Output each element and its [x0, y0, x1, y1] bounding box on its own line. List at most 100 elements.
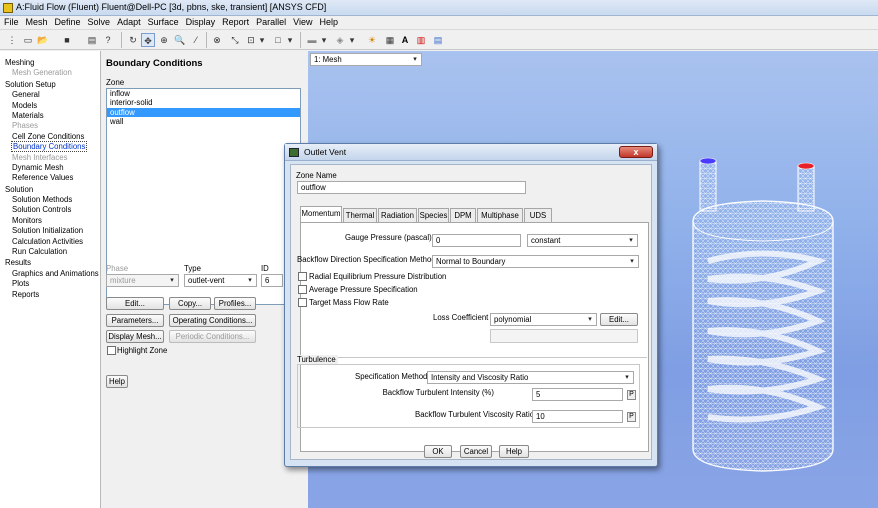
rotate-icon[interactable]: ↻ [126, 33, 140, 47]
backflow-method-select[interactable]: Normal to Boundary ▾ [432, 255, 639, 268]
parameters-button[interactable]: Parameters... [106, 314, 164, 327]
type-select[interactable]: outlet-vent ▾ [184, 274, 257, 287]
spec-method-select[interactable]: Intensity and Viscosity Ratio ▾ [427, 371, 634, 384]
chevron-down-icon[interactable]: ▾ [258, 33, 266, 47]
nav-item-calculation-activities[interactable]: Calculation Activities [0, 237, 100, 247]
view-cube-icon[interactable]: ◈ [333, 33, 347, 47]
menu-view[interactable]: View [289, 16, 315, 29]
zoom-box-icon[interactable]: ⊡ [245, 33, 257, 47]
tab-multiphase[interactable]: Multiphase [477, 208, 523, 222]
open-folder-icon[interactable]: 📂 [36, 33, 50, 47]
colormap-icon[interactable]: ▥ [414, 33, 428, 47]
nav-section-results[interactable]: Results [0, 258, 100, 268]
tab-momentum[interactable]: Momentum [300, 206, 342, 223]
turb-intensity-input[interactable]: 5 [532, 388, 623, 401]
menu-display[interactable]: Display [182, 16, 219, 29]
nav-item-materials[interactable]: Materials [0, 111, 100, 121]
cancel-button[interactable]: Cancel [460, 445, 492, 458]
menu-file[interactable]: File [0, 16, 22, 29]
print-icon[interactable]: ▤ [86, 33, 98, 47]
new-file-icon[interactable]: ▭ [20, 33, 36, 47]
nav-item-models[interactable]: Models [0, 101, 100, 111]
nav-item-general[interactable]: General [0, 90, 100, 100]
copy-button[interactable]: Copy... [169, 297, 211, 310]
zone-item[interactable]: inflow [107, 89, 300, 98]
nav-item-solution-controls[interactable]: Solution Controls [0, 205, 100, 215]
graphics-window-select[interactable]: 1: Mesh ▾ [310, 53, 422, 66]
help-circle-icon[interactable]: ? [101, 33, 115, 47]
gauge-pressure-input[interactable]: 0 [432, 234, 521, 247]
legend-icon[interactable]: ▤ [431, 33, 445, 47]
menu-define[interactable]: Define [51, 16, 84, 29]
help-button[interactable]: Help [106, 375, 128, 388]
translate-icon[interactable]: ✥ [141, 33, 155, 47]
nav-item-plots[interactable]: Plots [0, 279, 100, 289]
dialog-title-bar[interactable]: Outlet Vent [285, 144, 657, 161]
chevron-down-icon[interactable]: ▾ [348, 33, 356, 47]
zoom-in-icon[interactable]: 🔍 [173, 33, 187, 47]
view-box-icon[interactable]: □ [271, 33, 285, 47]
loss-edit-button[interactable]: Edit... [600, 313, 638, 326]
tab-species[interactable]: Species [418, 208, 449, 222]
radial-equilibrium-checkbox[interactable] [298, 272, 307, 281]
nav-item-reports[interactable]: Reports [0, 290, 100, 300]
nav-item-solution-methods[interactable]: Solution Methods [0, 195, 100, 205]
nav-item-reference-values[interactable]: Reference Values [0, 173, 100, 183]
zone-item[interactable]: outflow [107, 107, 300, 118]
turb-intensity-param-button[interactable]: P [627, 390, 636, 400]
periodic-conditions-button: Periodic Conditions... [169, 330, 256, 343]
menu-parallel[interactable]: Parallel [252, 16, 289, 29]
display-mesh-button[interactable]: Display Mesh... [106, 330, 164, 343]
menu-surface[interactable]: Surface [144, 16, 182, 29]
highlight-zone-checkbox[interactable] [107, 346, 116, 355]
nav-item-graphics-and-animations[interactable]: Graphics and Animations [0, 269, 100, 279]
menu-report[interactable]: Report [218, 16, 252, 29]
probe-icon[interactable]: ⁄ [189, 33, 203, 47]
nav-item-solution-initialization[interactable]: Solution Initialization [0, 226, 100, 236]
zone-item[interactable]: wall [107, 117, 300, 126]
turb-viscosity-input[interactable]: 10 [532, 410, 623, 423]
nav-item-dynamic-mesh[interactable]: Dynamic Mesh [0, 163, 100, 173]
tab-uds[interactable]: UDS [524, 208, 552, 222]
fluent-app-icon [289, 148, 299, 157]
zoom-icon[interactable]: ⊕ [157, 33, 171, 47]
momentum-pane: Gauge Pressure (pascal) 0 constant ▾ Bac… [297, 222, 649, 452]
gauge-pressure-profile-select[interactable]: constant ▾ [527, 234, 638, 247]
nav-item-monitors[interactable]: Monitors [0, 216, 100, 226]
mesh-view-icon[interactable]: ▦ [383, 33, 397, 47]
ok-button[interactable]: OK [424, 445, 452, 458]
nav-item-run-calculation[interactable]: Run Calculation [0, 247, 100, 257]
loss-coefficient-select[interactable]: polynomial ▾ [490, 313, 597, 326]
zoom-fit-icon[interactable]: ⊗ [210, 33, 224, 47]
average-pressure-checkbox[interactable] [298, 285, 307, 294]
light-icon[interactable]: ☀ [365, 33, 379, 47]
nav-section-solution[interactable]: Solution [0, 185, 100, 195]
tab-radiation[interactable]: Radiation [378, 208, 417, 222]
target-mass-flow-checkbox[interactable] [298, 298, 307, 307]
nav-item-cell-zone-conditions[interactable]: Cell Zone Conditions [0, 132, 100, 142]
menu-help[interactable]: Help [316, 16, 342, 29]
menu-solve[interactable]: Solve [84, 16, 114, 29]
zone-name-input[interactable]: outflow [297, 181, 526, 194]
menu-adapt[interactable]: Adapt [113, 16, 144, 29]
fit-window-icon[interactable]: ⤡ [228, 33, 242, 47]
operating-conditions-button[interactable]: Operating Conditions... [169, 314, 256, 327]
chevron-down-icon[interactable]: ▾ [286, 33, 294, 47]
save-icon[interactable]: ■ [60, 33, 74, 47]
turb-viscosity-param-button[interactable]: P [627, 412, 636, 422]
view-gray-icon[interactable]: ▬ [305, 33, 319, 47]
nav-item-boundary-conditions[interactable]: Boundary Conditions [0, 141, 100, 153]
nav-section-meshing[interactable]: Meshing [0, 58, 100, 68]
zone-list[interactable]: inflow interior-solid outflow wall [106, 88, 301, 305]
close-button[interactable]: x [619, 146, 653, 158]
dialog-help-button[interactable]: Help [499, 445, 529, 458]
nav-section-solution-setup[interactable]: Solution Setup [0, 80, 100, 90]
edit-button[interactable]: Edit... [106, 297, 164, 310]
chevron-down-icon[interactable]: ▾ [320, 33, 328, 47]
tab-thermal[interactable]: Thermal [343, 208, 377, 222]
menu-mesh[interactable]: Mesh [22, 16, 51, 29]
annotate-icon[interactable]: A [399, 33, 411, 47]
zone-item[interactable]: interior-solid [107, 98, 300, 107]
profiles-button[interactable]: Profiles... [214, 297, 256, 310]
tab-dpm[interactable]: DPM [450, 208, 476, 222]
